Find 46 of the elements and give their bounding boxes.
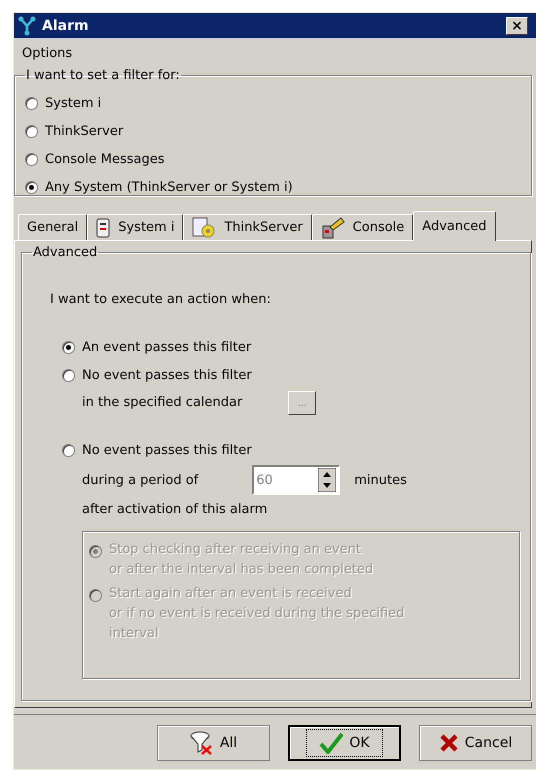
menu-item[interactable]: Options xyxy=(22,46,72,60)
radio-label: Console Messages xyxy=(45,152,164,166)
tab[interactable]: ThinkServer xyxy=(183,214,312,240)
number-spinner[interactable]: 60 xyxy=(252,465,340,495)
network-nodes-icon xyxy=(18,16,36,36)
tab[interactable]: Console xyxy=(312,214,414,240)
radio-label: No event passes this filter xyxy=(82,368,252,382)
document-gear-icon xyxy=(192,216,216,238)
radio-button[interactable] xyxy=(62,444,75,456)
radio-label: or after the interval has been completed xyxy=(109,561,374,579)
dialog-button[interactable]: OK xyxy=(288,725,401,761)
radio-button[interactable] xyxy=(25,180,38,194)
radio-label: No event passes this filter xyxy=(82,442,252,458)
server-icon xyxy=(96,218,110,238)
radio-label: ThinkServer xyxy=(45,124,124,138)
checkmark-icon xyxy=(319,732,344,754)
radio-button[interactable] xyxy=(25,152,38,166)
tab[interactable]: System i xyxy=(87,214,184,240)
option-detail: in the specified calendar xyxy=(82,395,242,410)
tab[interactable]: General xyxy=(18,214,88,240)
radio-button[interactable] xyxy=(62,340,75,354)
radio-button[interactable] xyxy=(25,124,38,138)
radio-label: or if no event is received during the specified xyxy=(109,605,404,623)
radio-label: Any System (ThinkServer or System i) xyxy=(45,180,293,194)
dialog-button[interactable]: Cancel xyxy=(419,725,532,761)
radio-button[interactable] xyxy=(62,368,75,382)
group-legend: I want to set a filter for: xyxy=(25,68,181,83)
option-detail: after activation of this alarm xyxy=(82,502,268,517)
radio-label: An event passes this filter xyxy=(82,340,252,354)
tab[interactable]: Advanced xyxy=(413,211,496,241)
unit-label: minutes xyxy=(354,472,407,488)
radio-button[interactable] xyxy=(25,96,38,110)
terminal-pen-icon xyxy=(320,216,345,238)
close-button[interactable]: × xyxy=(506,16,528,34)
radio-label: Start again after an event is received xyxy=(109,585,353,603)
option-detail: during a period of xyxy=(82,472,198,488)
cross-icon xyxy=(438,733,459,753)
group-legend: Advanced xyxy=(32,245,98,260)
filter-remove-icon xyxy=(190,731,214,755)
spin-arrows-icon[interactable] xyxy=(318,468,336,492)
radio-label: interval xyxy=(109,625,160,643)
prompt-text: I want to execute an action when: xyxy=(50,292,272,307)
radio-label: System i xyxy=(45,96,102,110)
window-title: Alarm xyxy=(42,18,90,34)
dialog-button[interactable]: All xyxy=(157,725,270,761)
radio-label: Stop checking after receiving an event xyxy=(109,541,362,559)
